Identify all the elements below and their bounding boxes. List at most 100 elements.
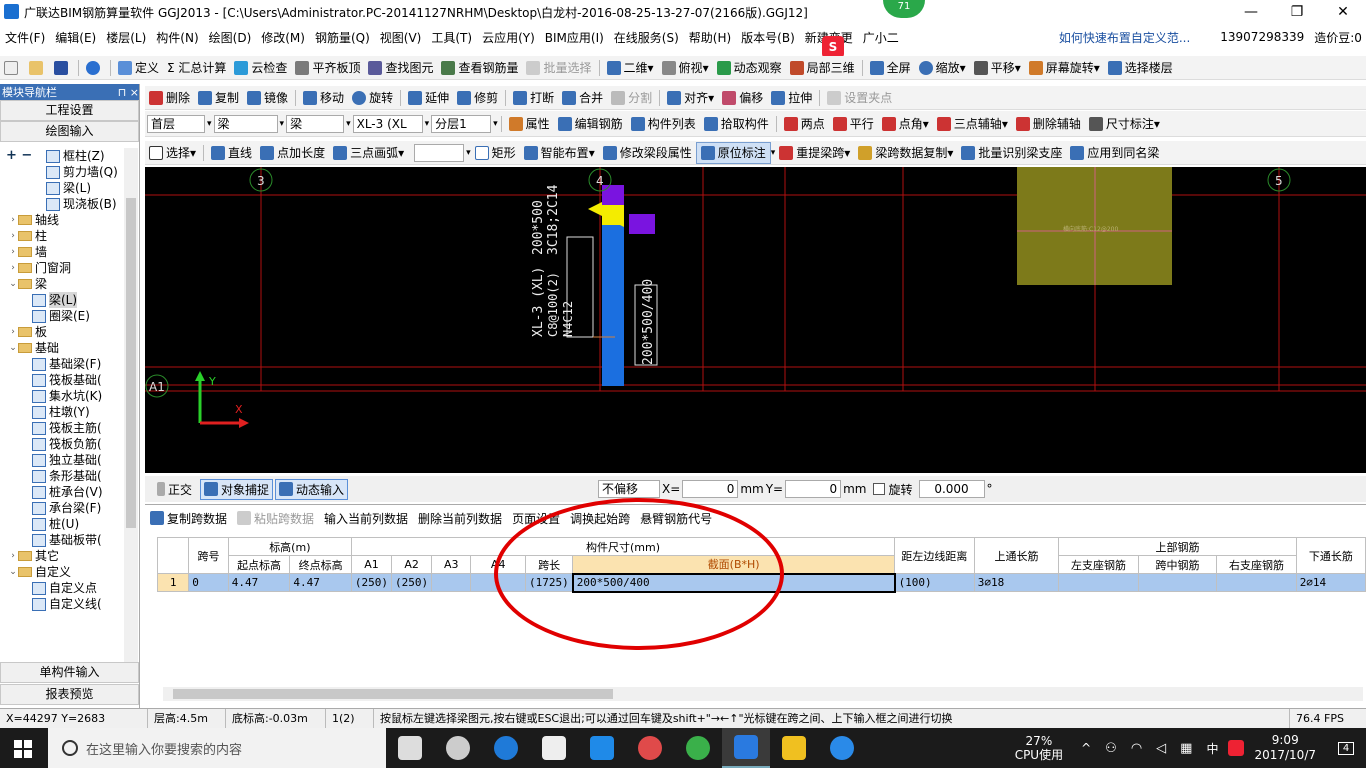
menu-edit[interactable]: 编辑(E) <box>50 29 101 46</box>
expand-arrow-icon[interactable]: › <box>8 548 18 564</box>
expand-arrow-icon[interactable]: › <box>8 260 18 276</box>
point-length-button[interactable]: 点加长度 <box>256 142 329 164</box>
tree-item[interactable]: ⌄ 自定义 <box>0 564 124 580</box>
report-preview-button[interactable]: 报表预览 <box>0 684 139 705</box>
right-support-cell[interactable] <box>1216 573 1297 592</box>
taskbar-search[interactable]: 在这里输入你要搜索的内容 <box>48 728 386 768</box>
sogou-ime-icon[interactable]: S <box>822 36 844 58</box>
top-through-rebar-cell[interactable]: 3⌀18 <box>973 573 1060 592</box>
expand-arrow-icon[interactable]: › <box>8 244 18 260</box>
menu-version[interactable]: 版本号(B) <box>736 29 800 46</box>
tray-people-icon[interactable]: ⚇ <box>1105 741 1117 756</box>
drawing-input-button[interactable]: 绘图输入 <box>0 121 139 142</box>
save-icon[interactable] <box>54 60 68 75</box>
category-select[interactable]: 梁 <box>213 114 278 133</box>
section-cell[interactable]: 200*500/400 <box>571 572 896 593</box>
ortho-toggle[interactable]: 正交 <box>157 481 192 498</box>
tree-item[interactable]: 基础梁(F) <box>0 356 124 372</box>
view-rebar-button[interactable]: 查看钢筋量 <box>437 57 522 79</box>
in-situ-annotation-button[interactable]: 原位标注 <box>695 141 771 164</box>
tree-item[interactable]: › 轴线 <box>0 212 124 228</box>
menu-help[interactable]: 帮助(H) <box>684 29 736 46</box>
span-no-cell[interactable]: 0 <box>188 573 229 592</box>
zoom-dropdown[interactable]: 缩放 ▾ <box>915 57 970 79</box>
merge-button[interactable]: 合并 <box>558 87 607 109</box>
copy-span-data-button[interactable]: 复制跨数据 <box>145 510 232 527</box>
rotate-checkbox[interactable] <box>872 483 885 495</box>
y-offset-input[interactable]: 0 <box>785 480 842 498</box>
taskbar-glodon-1[interactable] <box>578 728 626 768</box>
extend-button[interactable]: 延伸 <box>404 87 453 109</box>
cpu-usage[interactable]: 27% CPU使用 <box>1015 734 1063 762</box>
taskbar-edge[interactable] <box>482 728 530 768</box>
parallel-button[interactable]: 平行 <box>829 113 878 135</box>
minimize-button[interactable]: — <box>1228 0 1274 24</box>
offset-mode-select[interactable]: 不偏移 <box>598 480 661 498</box>
expand-arrow-icon[interactable]: ⌄ <box>8 276 18 292</box>
re-extract-span-dropdown[interactable]: 重提梁跨 ▾ <box>775 142 854 164</box>
select-dropdown[interactable]: 选择 ▾ <box>145 142 200 164</box>
pan-dropdown[interactable]: 平移 ▾ <box>970 57 1025 79</box>
action-center-icon[interactable]: 4 <box>1326 728 1366 768</box>
screen-rotate-dropdown[interactable]: 屏幕旋转 ▾ <box>1025 57 1104 79</box>
type-select[interactable]: 梁 <box>286 114 345 133</box>
sogou-tray-icon[interactable] <box>1228 740 1245 756</box>
align-slab-top-button[interactable]: 平齐板顶 <box>291 57 364 79</box>
three-point-arc-dropdown[interactable]: 三点画弧 ▾ <box>329 142 408 164</box>
close-button[interactable]: ✕ <box>1320 0 1366 24</box>
taskbar-ggj-active[interactable] <box>722 728 770 768</box>
tree-item[interactable]: 基础板带( <box>0 532 124 548</box>
batch-select-button[interactable]: 批量选择 <box>522 57 595 79</box>
tree-item[interactable]: 筏板基础( <box>0 372 124 388</box>
dimension-dropdown[interactable]: 尺寸标注 ▾ <box>1085 113 1164 135</box>
tree-item[interactable]: 桩(U) <box>0 516 124 532</box>
end-elev-cell[interactable]: 4.47 <box>289 573 352 592</box>
line-button[interactable]: 直线 <box>207 142 256 164</box>
dist-left-cell[interactable]: (100) <box>894 573 975 592</box>
tree-item[interactable]: 自定义点 <box>0 580 124 596</box>
a3-cell[interactable] <box>431 573 472 592</box>
point-angle-dropdown[interactable]: 点角 ▾ <box>878 113 933 135</box>
rotate-button[interactable]: 旋转 <box>348 87 397 109</box>
layer-select[interactable]: 分层1 <box>431 114 492 133</box>
tree-item[interactable]: 桩承台(V) <box>0 484 124 500</box>
split-button[interactable]: 分割 <box>607 87 656 109</box>
price-beans[interactable]: 造价豆:0 <box>1309 29 1366 46</box>
delete-axis-button[interactable]: 删除辅轴 <box>1012 113 1085 135</box>
edit-rebar-button[interactable]: 编辑钢筋 <box>554 113 627 135</box>
taskbar-glodon-2[interactable] <box>626 728 674 768</box>
tree-item[interactable]: 现浇板(B) <box>0 196 124 212</box>
define-button[interactable]: 定义 <box>114 57 163 79</box>
a1-cell[interactable]: (250) <box>350 573 393 592</box>
member-list-button[interactable]: 构件列表 <box>627 113 700 135</box>
menu-floor[interactable]: 楼层(L) <box>101 29 151 46</box>
three-point-axis-dropdown[interactable]: 三点辅轴 ▾ <box>933 113 1012 135</box>
a2-cell[interactable]: (250) <box>391 573 433 592</box>
swap-start-span-button[interactable]: 调换起始跨 <box>565 510 635 527</box>
single-member-input-button[interactable]: 单构件输入 <box>0 662 139 683</box>
top-view-dropdown[interactable]: 俯视 ▾ <box>658 57 713 79</box>
rectangle-button[interactable]: 矩形 <box>471 142 520 164</box>
tree-item[interactable]: 梁(L) <box>0 180 124 196</box>
properties-button[interactable]: 属性 <box>505 113 554 135</box>
copy-button[interactable]: 复制 <box>194 87 243 109</box>
table-horizontal-scrollbar[interactable] <box>163 687 1363 701</box>
bottom-through-rebar-cell[interactable]: 2⌀14 <box>1295 573 1366 592</box>
tree-item[interactable]: ⌄ 梁 <box>0 276 124 292</box>
delete-button[interactable]: 删除 <box>145 87 194 109</box>
taskbar-app-1[interactable] <box>386 728 434 768</box>
expand-arrow-icon[interactable]: › <box>8 212 18 228</box>
delete-column-button[interactable]: 删除当前列数据 <box>413 510 507 527</box>
help-link[interactable]: 如何快速布置自定义范... <box>1054 29 1195 46</box>
fullscreen-button[interactable]: 全屏 <box>866 57 915 79</box>
taskbar-app-7[interactable] <box>674 728 722 768</box>
menu-bim[interactable]: BIM应用(I) <box>540 29 609 46</box>
stretch-button[interactable]: 拉伸 <box>767 87 816 109</box>
menu-member[interactable]: 构件(N) <box>151 29 203 46</box>
maximize-button[interactable]: ❐ <box>1274 0 1320 24</box>
ime-indicator[interactable]: 中 <box>1206 740 1218 757</box>
clock[interactable]: 9:09 2017/10/7 <box>1254 733 1316 763</box>
set-grip-button[interactable]: 设置夹点 <box>823 87 896 109</box>
tree-item[interactable]: 筏板负筋( <box>0 436 124 452</box>
tray-expand-icon[interactable]: ^ <box>1081 741 1091 755</box>
